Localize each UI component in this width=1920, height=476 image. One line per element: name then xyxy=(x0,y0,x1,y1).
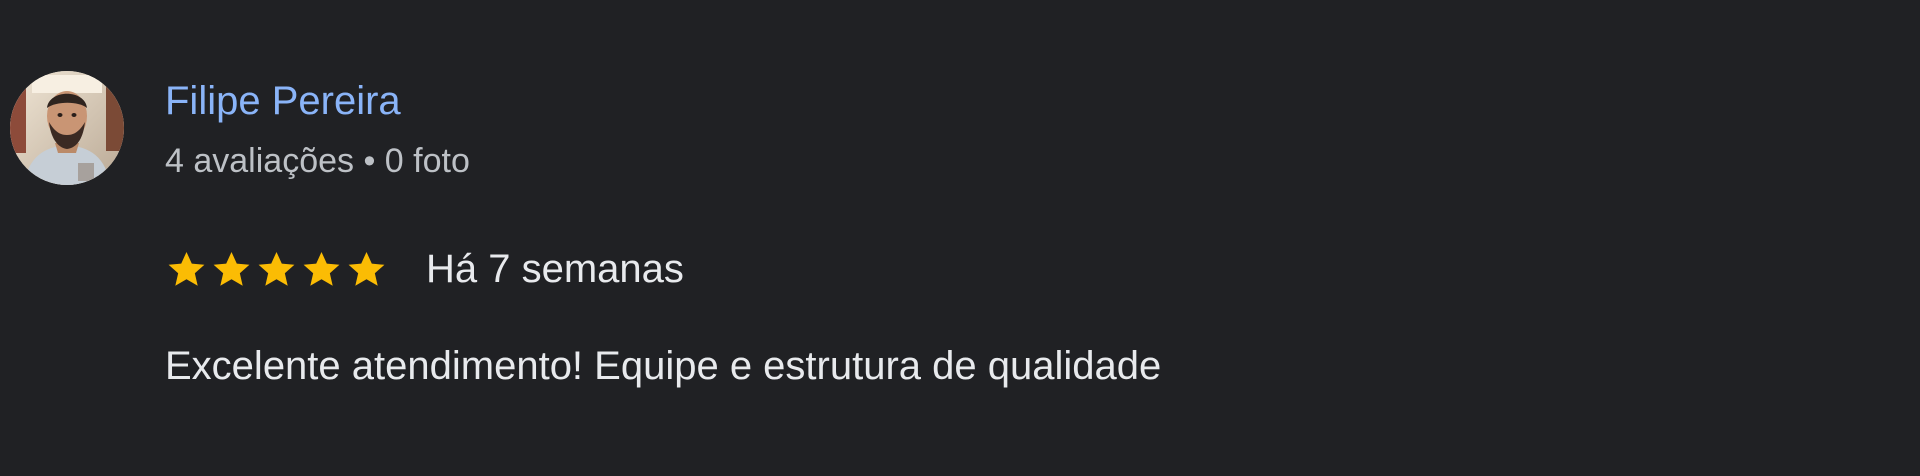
star-icon xyxy=(213,251,250,286)
star-icon xyxy=(303,251,340,286)
author-review-count: 4 avaliações • 0 foto xyxy=(165,142,470,180)
author-name[interactable]: Filipe Pereira xyxy=(165,76,401,126)
rating-row: Há 7 semanas xyxy=(165,244,684,294)
star-icon xyxy=(258,251,295,286)
review-date: Há 7 semanas xyxy=(426,247,684,291)
profile-photo-icon xyxy=(10,71,124,185)
star-rating xyxy=(165,248,388,291)
star-icon xyxy=(168,251,205,286)
author-avatar[interactable] xyxy=(10,71,124,185)
review-text: Excelente atendimento! Equipe e estrutur… xyxy=(165,344,1162,388)
review-card: Filipe Pereira 4 avaliações • 0 foto Há … xyxy=(0,0,1920,476)
star-icon xyxy=(348,251,385,286)
